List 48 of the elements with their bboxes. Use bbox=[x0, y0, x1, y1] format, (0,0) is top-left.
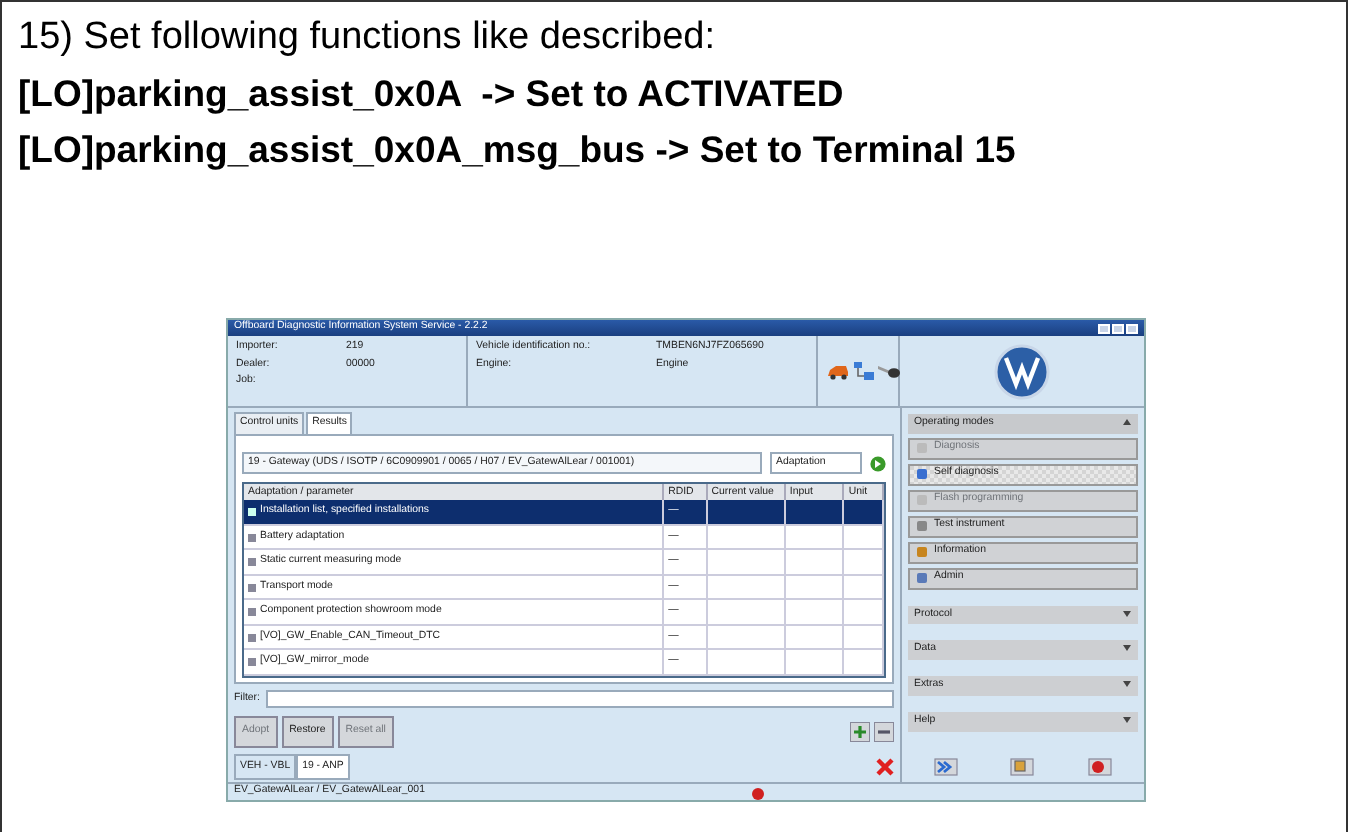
expand-icon[interactable] bbox=[1122, 644, 1132, 653]
close-icon[interactable] bbox=[876, 758, 894, 777]
table-cell bbox=[707, 550, 786, 576]
minus-icon[interactable] bbox=[874, 721, 894, 742]
table-cell bbox=[785, 600, 845, 626]
parameter-icon bbox=[248, 608, 256, 617]
filter-field[interactable] bbox=[265, 689, 894, 708]
table-cell bbox=[785, 525, 845, 551]
table-cell bbox=[785, 575, 845, 601]
expand-icon[interactable] bbox=[1122, 609, 1132, 618]
parameter-icon bbox=[248, 633, 256, 642]
error-icon bbox=[752, 787, 764, 799]
instruction-line: [LO]parking_assist_0x0A_msg_bus -> Set to Terminal 15 bbox=[18, 126, 1018, 174]
logo-icon bbox=[994, 343, 1050, 399]
table-cell bbox=[707, 500, 786, 526]
table-cell bbox=[707, 650, 786, 676]
parameter-icon bbox=[248, 658, 256, 667]
instruction-line: [LO]parking_assist_0x0A -> Set to ACTIVATED bbox=[18, 70, 846, 118]
expand-icon[interactable] bbox=[1122, 680, 1132, 689]
table-cell bbox=[707, 625, 786, 651]
table-cell bbox=[844, 625, 884, 651]
expand-icon[interactable] bbox=[1122, 715, 1132, 724]
table-cell bbox=[844, 550, 884, 576]
forward-icon[interactable] bbox=[934, 758, 959, 776]
table-cell bbox=[785, 500, 845, 526]
table-cell bbox=[707, 575, 786, 601]
table-cell bbox=[844, 600, 884, 626]
parameter-icon bbox=[248, 558, 256, 567]
table-cell bbox=[707, 600, 786, 626]
table-cell bbox=[844, 575, 884, 601]
settings-icon[interactable] bbox=[1010, 758, 1035, 776]
collapse-icon[interactable] bbox=[1122, 418, 1132, 426]
instruction-heading: 15) Set following functions like described: bbox=[18, 14, 718, 62]
plus-icon[interactable] bbox=[850, 721, 870, 742]
table-cell bbox=[785, 650, 845, 676]
parameter-icon bbox=[248, 533, 256, 542]
table-cell bbox=[844, 525, 884, 551]
go-icon[interactable] bbox=[870, 455, 886, 472]
stop-icon[interactable] bbox=[1087, 758, 1112, 776]
table-cell bbox=[844, 500, 884, 526]
table-cell bbox=[785, 625, 845, 651]
table-cell bbox=[844, 650, 884, 676]
key-icon[interactable] bbox=[878, 364, 900, 378]
parameter-icon bbox=[248, 583, 256, 592]
table-cell bbox=[707, 525, 786, 551]
table-cell bbox=[785, 550, 845, 576]
parameter-icon bbox=[248, 508, 256, 517]
car-icon[interactable] bbox=[826, 363, 850, 379]
